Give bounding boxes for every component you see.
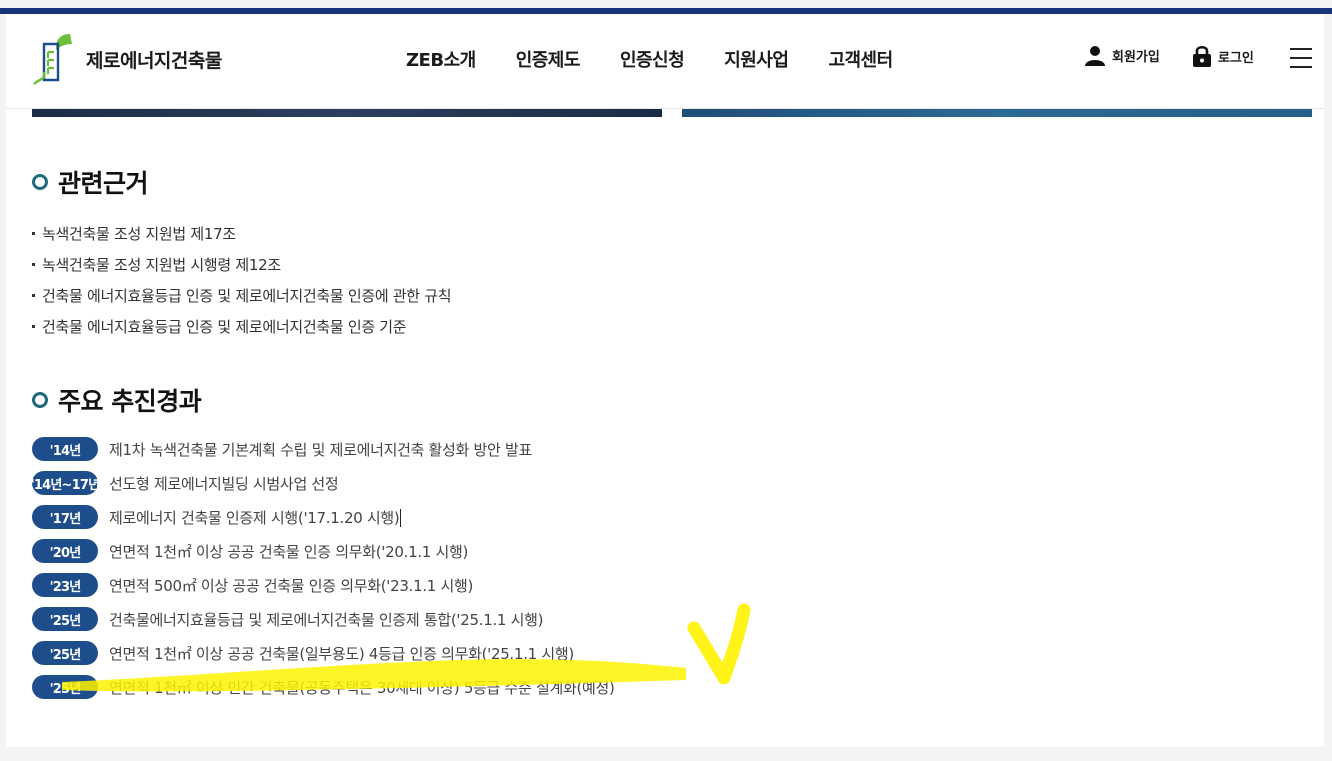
signup-link[interactable]: 회원가입 (1084, 44, 1160, 66)
square-bullet-icon (32, 263, 35, 266)
year-badge: '14년 (32, 437, 98, 461)
nav-item-certification-apply[interactable]: 인증신청 (620, 46, 685, 72)
year-badge: '25년 (32, 641, 98, 665)
basis-list: 녹색건축물 조성 지원법 제17조 녹색건축물 조성 지원법 시행령 제12조 … (32, 218, 452, 342)
timeline-desc-text: 제로에너지 건축물 인증제 시행('17.1.20 시행) (109, 508, 400, 527)
basis-item-text: 녹색건축물 조성 지원법 제17조 (42, 225, 236, 243)
year-badge: '20년 (32, 539, 98, 563)
timeline-desc: 연면적 1천㎡ 이상 민간 건축물(공동주택은 30세대 이상) 5등급 수준 … (109, 678, 615, 697)
hamburger-menu-icon[interactable] (1290, 48, 1312, 68)
basis-item-text: 녹색건축물 조성 지원법 시행령 제12조 (42, 256, 281, 274)
year-badge: '17년 (32, 505, 98, 529)
square-bullet-icon (32, 294, 35, 297)
nav-item-zeb-intro[interactable]: ZEB소개 (406, 46, 476, 72)
history-section-title: 주요 추진경과 (58, 387, 202, 416)
login-label: 로그인 (1218, 50, 1254, 66)
list-item: 녹색건축물 조성 지원법 제17조 (32, 218, 451, 249)
basis-item-text: 건축물 에너지효율등급 인증 및 제로에너지건축물 인증 기준 (42, 318, 407, 336)
lock-icon (1193, 45, 1211, 67)
timeline-row: '25년 연면적 1천㎡ 이상 공공 건축물(일부용도) 4등급 인증 의무화('… (32, 636, 615, 670)
basis-section-heading: 관련근거 (32, 164, 149, 200)
site-header: 제로에너지건축물 ZEB소개 인증제도 인증신청 지원사업 고객센터 회원가입 … (6, 14, 1324, 109)
timeline-desc: 선도형 제로에너지빌딩 시범사업 선정 (109, 474, 339, 493)
ring-bullet-icon (32, 392, 48, 408)
nav-item-certification-system[interactable]: 인증제도 (516, 46, 581, 72)
year-badge: '14년~17년 (31, 471, 100, 495)
ring-bullet-icon (32, 174, 48, 190)
user-icon (1085, 46, 1105, 66)
square-bullet-icon (32, 325, 35, 328)
banner-image-left (32, 108, 662, 117)
timeline-desc: 연면적 1천㎡ 이상 공공 건축물 인증 의무화('20.1.1 시행) (109, 542, 469, 561)
list-item: 녹색건축물 조성 지원법 시행령 제12조 (32, 249, 451, 280)
year-badge: '23년 (32, 573, 98, 597)
timeline-row: '25년 연면적 1천㎡ 이상 민간 건축물(공동주택은 30세대 이상) 5등급… (32, 670, 615, 704)
login-link[interactable]: 로그인 (1192, 44, 1254, 68)
year-badge: '25년 (32, 607, 98, 631)
list-item: 건축물 에너지효율등급 인증 및 제로에너지건축물 인증에 관한 규칙 (32, 280, 452, 311)
timeline-row: '25년 건축물에너지효율등급 및 제로에너지건축물 인증제 통합('25.1.1… (32, 602, 615, 636)
timeline-row: '23년 연면적 500㎡ 이상 공공 건축물 인증 의무화('23.1.1 시행… (32, 568, 615, 602)
main-nav: ZEB소개 인증제도 인증신청 지원사업 고객센터 (406, 46, 933, 72)
basis-section-title: 관련근거 (58, 169, 149, 198)
year-badge: '25년 (32, 675, 98, 699)
timeline-desc: 연면적 500㎡ 이상 공공 건축물 인증 의무화('23.1.1 시행) (109, 576, 474, 595)
timeline-row: '17년 제로에너지 건축물 인증제 시행('17.1.20 시행) (32, 500, 615, 534)
history-timeline: '14년 제1차 녹색건축물 기본계획 수립 및 제로에너지건축 활성화 방안 발… (31, 432, 615, 704)
timeline-row: '14년 제1차 녹색건축물 기본계획 수립 및 제로에너지건축 활성화 방안 발… (32, 432, 615, 466)
signup-label: 회원가입 (1112, 49, 1160, 65)
text-cursor (400, 509, 402, 527)
history-section-heading: 주요 추진경과 (32, 382, 202, 418)
nav-item-support-programs[interactable]: 지원사업 (724, 46, 789, 72)
timeline-desc: 제로에너지 건축물 인증제 시행('17.1.20 시행) (109, 507, 402, 528)
timeline-row: '14년~17년 선도형 제로에너지빌딩 시범사업 선정 (31, 466, 615, 500)
nav-item-customer-center[interactable]: 고객센터 (828, 46, 893, 72)
timeline-row: '20년 연면적 1천㎡ 이상 공공 건축물 인증 의무화('20.1.1 시행) (32, 534, 615, 568)
site-brand[interactable]: 제로에너지건축물 (86, 46, 222, 73)
timeline-desc: 건축물에너지효율등급 및 제로에너지건축물 인증제 통합('25.1.1 시행) (109, 610, 544, 629)
zeb-logo-icon[interactable] (30, 28, 78, 90)
basis-item-text: 건축물 에너지효율등급 인증 및 제로에너지건축물 인증에 관한 규칙 (42, 287, 452, 305)
banner-image-right (682, 108, 1312, 117)
list-item: 건축물 에너지효율등급 인증 및 제로에너지건축물 인증 기준 (32, 311, 451, 342)
timeline-desc: 제1차 녹색건축물 기본계획 수립 및 제로에너지건축 활성화 방안 발표 (109, 440, 532, 459)
square-bullet-icon (32, 232, 35, 235)
timeline-desc: 연면적 1천㎡ 이상 공공 건축물(일부용도) 4등급 인증 의무화('25.1… (109, 644, 574, 663)
